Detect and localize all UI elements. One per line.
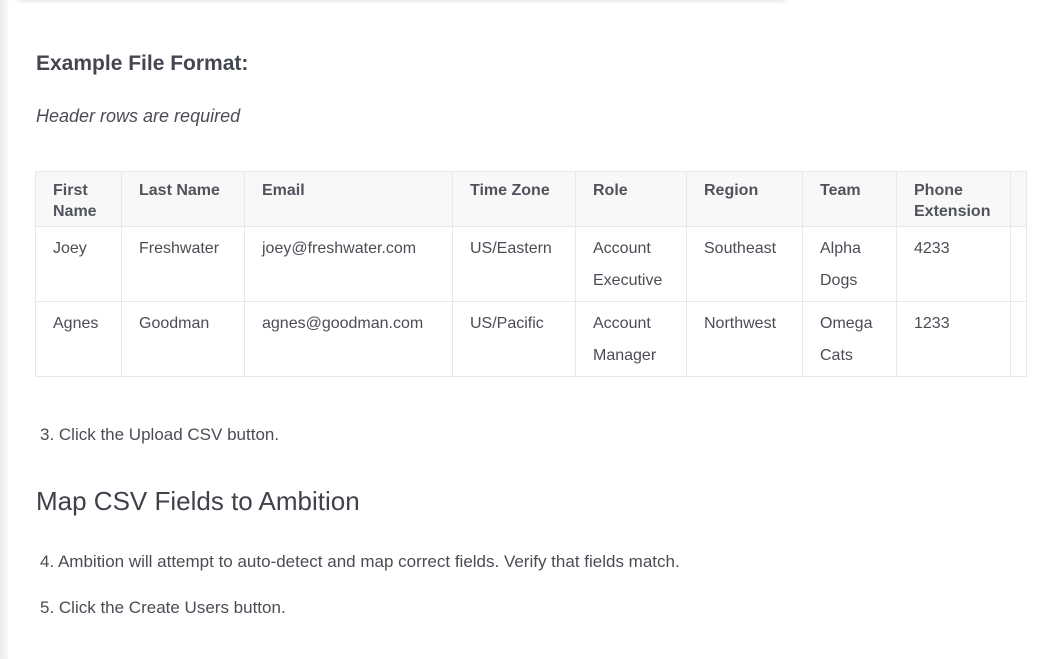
section-heading: Example File Format: bbox=[36, 52, 249, 75]
table-cell: Account Manager bbox=[575, 301, 687, 377]
column-header: Team bbox=[802, 171, 897, 227]
column-header: Phone Extension bbox=[896, 171, 1011, 227]
table-cell: 4233 bbox=[896, 226, 1011, 302]
step-3: 3. Click the Upload CSV button. bbox=[40, 425, 280, 444]
step-4: 4. Ambition will attempt to auto-detect … bbox=[40, 552, 680, 571]
table-row: Agnes Goodman agnes@goodman.com US/Pacific A… bbox=[35, 301, 1027, 377]
example-table: First Name Last Name Email Time Zone Role Reg… bbox=[35, 171, 1027, 377]
table-row: Joey Freshwater joey@freshwater.com US/East… bbox=[35, 226, 1027, 302]
column-header: Time Zone bbox=[452, 171, 576, 227]
column-header: First Name bbox=[35, 171, 122, 227]
table-cell: Account Executive bbox=[575, 226, 687, 302]
step-5: 5. Click the Create Users button. bbox=[40, 598, 286, 617]
table-cell: Alpha Dogs bbox=[802, 226, 897, 302]
column-header: Role bbox=[575, 171, 687, 227]
table-cell: Agnes bbox=[35, 301, 122, 377]
table-cell: Omega Cats bbox=[802, 301, 897, 377]
table-cell: Freshwater bbox=[121, 226, 245, 302]
table-cell: joey@freshwater.com bbox=[244, 226, 453, 302]
table-cell: Goodman bbox=[121, 301, 245, 377]
table-cell: agnes@goodman.com bbox=[244, 301, 453, 377]
table-cell: Southeast bbox=[686, 226, 803, 302]
table-cell: 1233 bbox=[896, 301, 1011, 377]
table-cell: Joey bbox=[35, 226, 122, 302]
table-cell bbox=[1010, 226, 1027, 302]
table-cell bbox=[1010, 301, 1027, 377]
table-cell: US/Pacific bbox=[452, 301, 576, 377]
left-edge-shadow bbox=[0, 0, 8, 659]
header-note: Header rows are required bbox=[36, 106, 241, 126]
column-header: Region bbox=[686, 171, 803, 227]
column-header: Last Name bbox=[121, 171, 245, 227]
table-cell: US/Eastern bbox=[452, 226, 576, 302]
map-heading: Map CSV Fields to Ambition bbox=[36, 486, 360, 516]
column-header: Email bbox=[244, 171, 453, 227]
table-cell: Northwest bbox=[686, 301, 803, 377]
column-header bbox=[1010, 171, 1027, 227]
